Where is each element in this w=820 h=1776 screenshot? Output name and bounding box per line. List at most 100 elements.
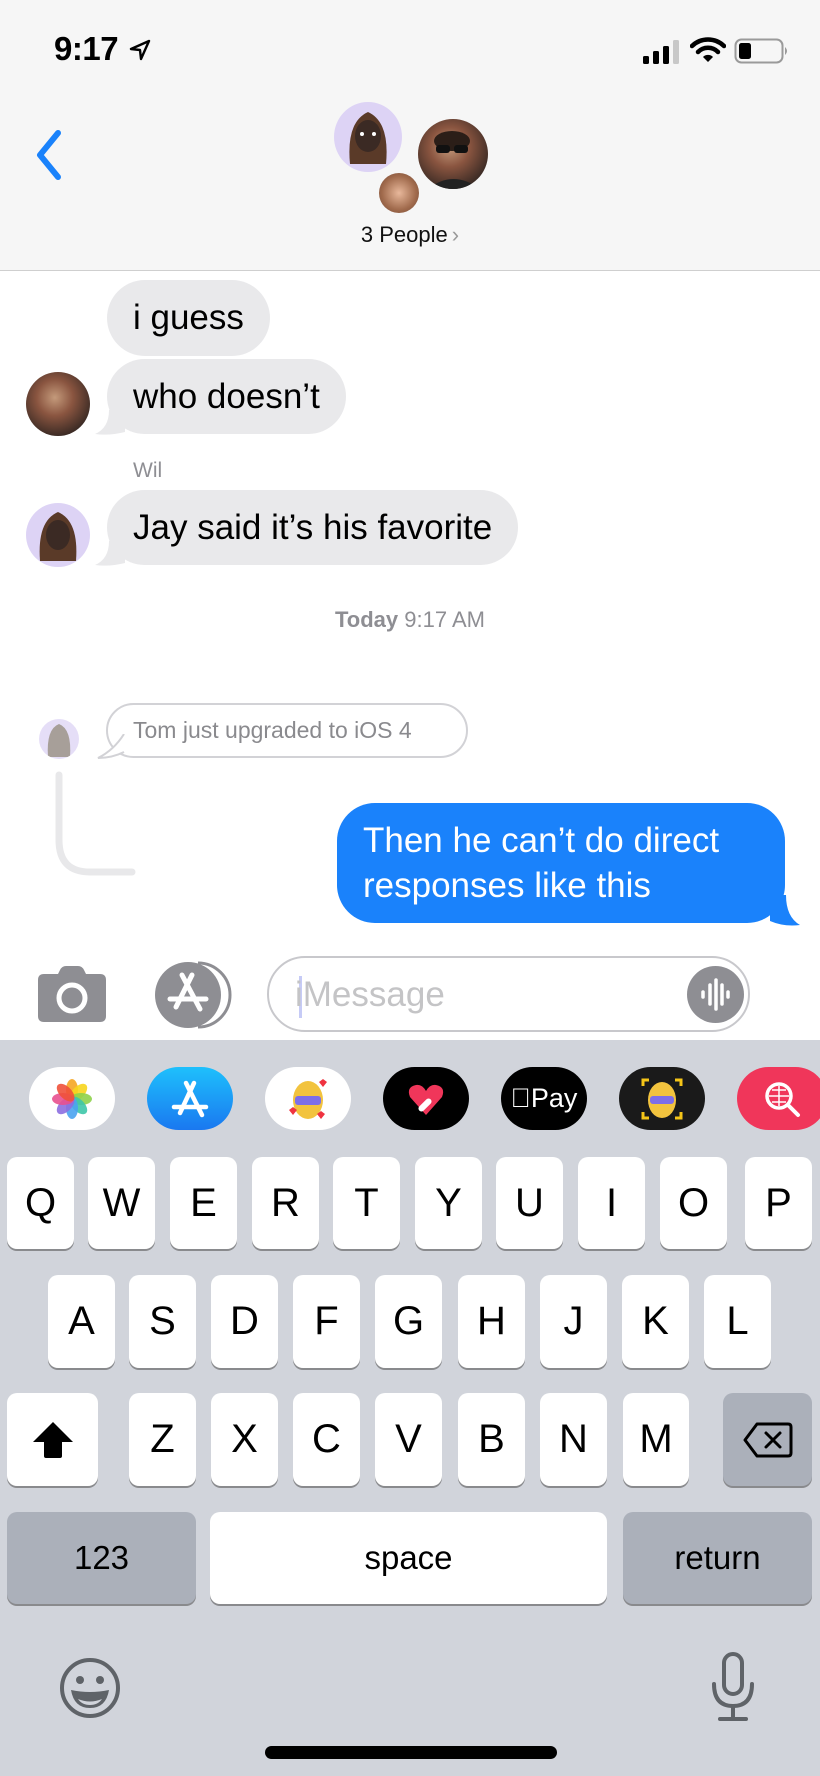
app-store-icon	[171, 1080, 209, 1117]
audio-waveform-icon	[701, 978, 730, 1011]
bubble-tail	[95, 541, 125, 566]
message-text: who doesn’t	[133, 377, 320, 416]
camera-icon	[38, 966, 106, 1022]
key-k[interactable]: K	[622, 1275, 689, 1368]
reply-quoted-message[interactable]: Tom just upgraded to iOS 4	[106, 703, 468, 758]
delete-key[interactable]	[723, 1393, 812, 1486]
reply-thread-connector	[55, 771, 136, 876]
dictation-button[interactable]	[710, 1652, 756, 1722]
emoji-button[interactable]	[58, 1656, 122, 1720]
wifi-icon	[690, 37, 726, 62]
key-t[interactable]: T	[333, 1157, 400, 1249]
app-drawer-app-store[interactable]	[147, 1067, 233, 1130]
key-i[interactable]: I	[578, 1157, 645, 1249]
imessage-input-container	[267, 956, 750, 1032]
key-v[interactable]: V	[375, 1393, 442, 1486]
key-a[interactable]: A	[48, 1275, 115, 1368]
message-bubble[interactable]: who doesn’t	[107, 359, 346, 434]
shift-arrow-icon	[32, 1421, 73, 1458]
reply-avatar	[39, 719, 79, 759]
key-r[interactable]: R	[252, 1157, 319, 1249]
participant-avatar-memoji[interactable]	[334, 102, 402, 172]
sender-avatar-photo[interactable]	[26, 372, 90, 436]
key-o[interactable]: O	[660, 1157, 727, 1249]
cellular-signal-icon	[643, 40, 679, 64]
app-drawer-digital-touch[interactable]	[383, 1067, 469, 1130]
delete-backspace-icon	[743, 1422, 792, 1457]
key-x[interactable]: X	[211, 1393, 278, 1486]
key-u[interactable]: U	[496, 1157, 563, 1249]
timestamp-day: Today	[335, 607, 399, 632]
key-s[interactable]: S	[129, 1275, 196, 1368]
conversation-header: 9:17 3 People ›	[0, 0, 820, 271]
message-bubble[interactable]: Jay said it’s his favorite	[107, 490, 519, 565]
key-n[interactable]: N	[540, 1393, 607, 1486]
reply-bubble-tail	[97, 734, 125, 759]
app-drawer-memoji-stickers[interactable]	[265, 1067, 351, 1130]
app-drawer-apple-pay[interactable]: Pay	[501, 1067, 587, 1130]
memoji-face-icon	[47, 724, 71, 757]
microphone-icon	[712, 1652, 754, 1721]
home-indicator[interactable]	[265, 1746, 557, 1759]
apple-pay-label: Pay	[520, 1083, 578, 1113]
key-q[interactable]: Q	[7, 1157, 74, 1249]
emoji-face-icon	[60, 1658, 120, 1718]
timestamp-time: 9:17 AM	[404, 607, 485, 632]
apps-button[interactable]	[152, 961, 232, 1029]
memoji-face-icon	[39, 512, 77, 561]
battery-icon	[734, 38, 787, 64]
back-button[interactable]	[30, 125, 70, 185]
bubble-tail	[95, 410, 125, 435]
participants-label: 3 People	[360, 222, 448, 247]
key-e[interactable]: E	[170, 1157, 237, 1249]
audio-message-button[interactable]	[687, 966, 744, 1023]
sender-name: Wil	[133, 459, 163, 482]
key-d[interactable]: D	[211, 1275, 278, 1368]
participants-button[interactable]: 3 People ›	[340, 222, 480, 248]
person-photo-icon	[428, 131, 480, 189]
message-text: Jay said it’s his favorite	[133, 508, 493, 547]
outgoing-message-bubble[interactable]: Then he can’t do direct responses like t…	[337, 803, 785, 923]
numbers-key[interactable]: 123	[7, 1512, 196, 1604]
message-text: i guess	[133, 298, 244, 337]
key-j[interactable]: J	[540, 1275, 607, 1368]
image-search-icon	[765, 1081, 800, 1117]
participant-avatar-small[interactable]	[379, 173, 419, 213]
timestamp: Today 9:17 AM	[0, 607, 820, 633]
chevron-right-icon: ›	[451, 222, 460, 247]
animoji-icon	[641, 1078, 683, 1119]
key-z[interactable]: Z	[129, 1393, 196, 1486]
reply-quoted-text: Tom just upgraded to iOS 4	[133, 717, 412, 743]
status-time: 9:17	[54, 30, 119, 67]
apple-pay-icon: 	[511, 1083, 531, 1114]
key-m[interactable]: M	[623, 1393, 689, 1486]
return-key[interactable]: return	[623, 1512, 812, 1604]
key-c[interactable]: C	[293, 1393, 360, 1486]
participant-avatar-photo[interactable]	[418, 119, 488, 189]
shift-key[interactable]	[7, 1393, 98, 1486]
key-g[interactable]: G	[375, 1275, 442, 1368]
key-h[interactable]: H	[458, 1275, 525, 1368]
key-l[interactable]: L	[704, 1275, 771, 1368]
photos-icon	[52, 1078, 92, 1119]
memoji-stickers-icon	[289, 1078, 327, 1119]
app-drawer-image-search[interactable]	[737, 1067, 820, 1130]
app-drawer-animoji[interactable]	[619, 1067, 705, 1130]
outgoing-message-text: Then he can’t do direct responses like t…	[363, 821, 720, 905]
chevron-left-icon	[37, 130, 61, 180]
sender-avatar-memoji[interactable]	[26, 503, 90, 567]
key-b[interactable]: B	[458, 1393, 525, 1486]
bubble-tail	[770, 895, 800, 926]
space-key[interactable]: space	[210, 1512, 607, 1604]
key-y[interactable]: Y	[415, 1157, 482, 1249]
message-bubble[interactable]: i guess	[107, 280, 270, 356]
location-arrow-icon	[129, 39, 151, 61]
camera-button[interactable]	[38, 966, 106, 1022]
app-drawer-photos[interactable]	[29, 1067, 115, 1130]
imessage-input[interactable]	[295, 968, 675, 1022]
key-f[interactable]: F	[293, 1275, 360, 1368]
digital-touch-heart-icon	[408, 1084, 444, 1115]
key-w[interactable]: W	[88, 1157, 155, 1249]
key-p[interactable]: P	[745, 1157, 812, 1249]
memoji-face-icon	[349, 112, 387, 164]
